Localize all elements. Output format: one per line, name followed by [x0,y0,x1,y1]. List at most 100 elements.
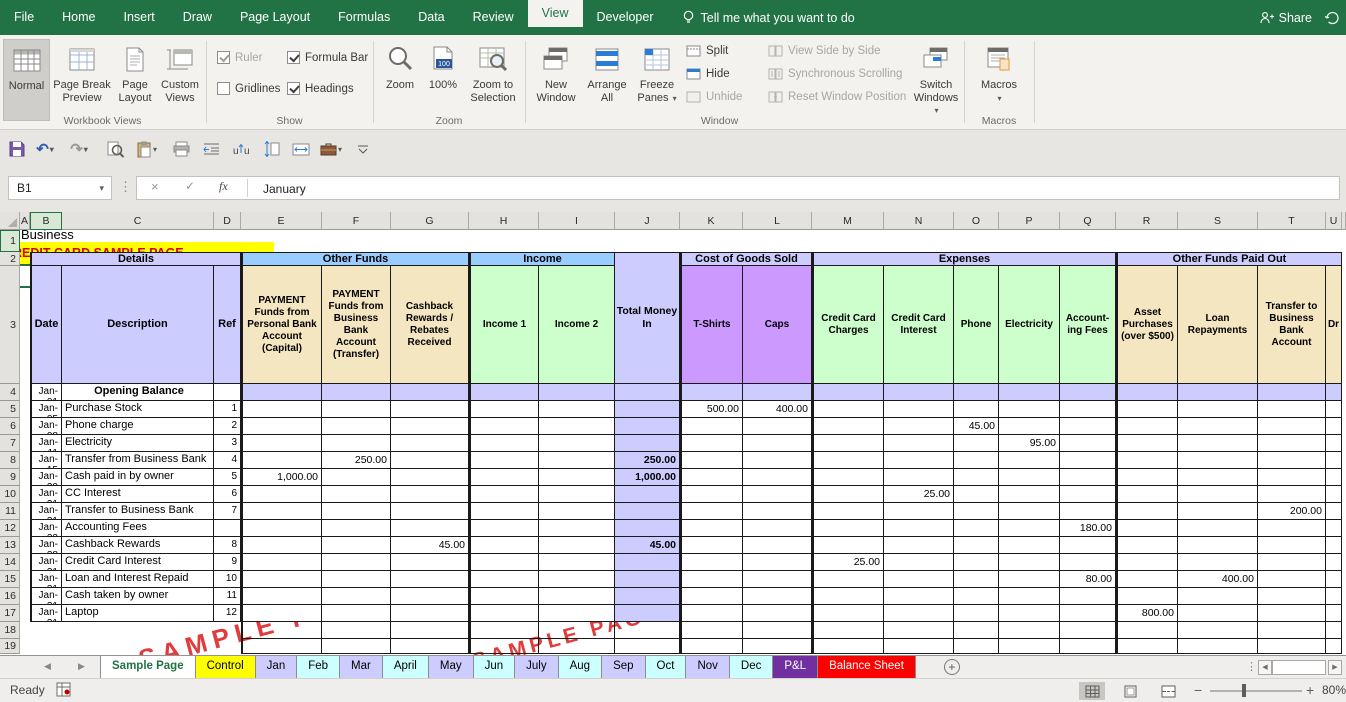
column-header-Q[interactable]: Q [1060,212,1116,230]
hscroll-right-button[interactable]: ▶ [1328,660,1342,675]
cell-U18[interactable] [1326,622,1342,639]
cell-D10[interactable]: 6 [214,486,241,503]
cell-E5[interactable] [241,401,322,418]
cell-R15[interactable] [1116,571,1178,588]
cell-I9[interactable] [539,469,615,486]
cell-F5[interactable] [322,401,391,418]
cell-B12[interactable]: Jan-22 [30,520,62,537]
cell-F13[interactable] [322,537,391,554]
cell-M5[interactable] [812,401,884,418]
cell-T5[interactable] [1258,401,1326,418]
cell-R5[interactable] [1116,401,1178,418]
cell-G17[interactable] [391,605,469,622]
cell-M16[interactable] [812,588,884,605]
cell-U13[interactable] [1326,537,1342,554]
cell-N8[interactable] [884,452,954,469]
cell-G7[interactable] [391,435,469,452]
cancel-icon[interactable]: × [151,179,159,194]
cell-E16[interactable] [241,588,322,605]
name-box-dropdown-icon[interactable]: ▾ [99,177,104,199]
cell-R6[interactable] [1116,418,1178,435]
cell-E4[interactable] [241,384,322,401]
cell-T11[interactable]: 200.00 [1258,503,1326,520]
group-header-details[interactable]: Details [30,252,241,266]
cell-B10[interactable]: Jan-21 [30,486,62,503]
column-header-label-U[interactable]: Dr [1326,266,1342,384]
superscript-button[interactable]: uu [230,138,252,160]
cell-T12[interactable] [1258,520,1326,537]
column-header-M[interactable]: M [812,212,884,230]
cell-D9[interactable]: 5 [214,469,241,486]
cell-U9[interactable] [1326,469,1342,486]
cell-F10[interactable] [322,486,391,503]
column-header-total-money-in[interactable]: Total Money In [615,252,680,384]
column-header-label-D[interactable]: Ref [214,266,241,384]
cell-P4[interactable] [999,384,1060,401]
cell-F16[interactable] [322,588,391,605]
cell-F4[interactable] [322,384,391,401]
cell-C17[interactable]: Laptop [62,605,214,622]
select-all-corner[interactable] [0,212,20,230]
cell-J11[interactable] [615,503,680,520]
cell-D15[interactable]: 10 [214,571,241,588]
cell-N11[interactable] [884,503,954,520]
column-header-label-S[interactable]: Loan Repayments [1178,266,1258,384]
cell-O13[interactable] [954,537,999,554]
cell-G14[interactable] [391,554,469,571]
cell-K19[interactable] [680,639,743,654]
cell-N19[interactable] [884,639,954,654]
sheet-tab-april[interactable]: April [383,656,429,678]
cell-L11[interactable] [743,503,812,520]
column-header-S[interactable]: S [1178,212,1258,230]
cell-N13[interactable] [884,537,954,554]
cell-S12[interactable] [1178,520,1258,537]
cell-K18[interactable] [680,622,743,639]
reset-window-position-button[interactable]: Reset Window Position [768,91,906,103]
row-header-17[interactable]: 17 [0,605,20,622]
cell-H7[interactable] [469,435,539,452]
view-side-by-side-button[interactable]: View Side by Side [768,45,880,57]
row-header-10[interactable]: 10 [0,486,20,503]
customize-qat-button[interactable] [352,138,374,160]
ribbon-tab-draw[interactable]: Draw [169,0,226,35]
cell-J14[interactable] [615,554,680,571]
row-header-4[interactable]: 4 [0,384,20,401]
cell-U4[interactable] [1326,384,1342,401]
checkbox-formula-bar[interactable]: Formula Bar [287,51,368,64]
group-header-other-funds-paid-out[interactable]: Other Funds Paid Out [1116,252,1342,266]
cell-Q18[interactable] [1060,622,1116,639]
cell-J4[interactable] [615,384,680,401]
cell-I17[interactable] [539,605,615,622]
arrange-all-button[interactable]: Arrange All [582,39,632,121]
cell-T8[interactable] [1258,452,1326,469]
row-header-19[interactable]: 19 [0,639,20,654]
undo-button[interactable]: ↶▾ [34,138,56,160]
cell-M11[interactable] [812,503,884,520]
cell-S13[interactable] [1178,537,1258,554]
cell-N12[interactable] [884,520,954,537]
cell-N10[interactable]: 25.00 [884,486,954,503]
cell-C16[interactable]: Cash taken by owner [62,588,214,605]
ribbon-tab-file[interactable]: File [0,0,48,35]
cell-M7[interactable] [812,435,884,452]
column-header-F[interactable]: F [322,212,391,230]
cell-M4[interactable] [812,384,884,401]
cell-T17[interactable] [1258,605,1326,622]
cell-B5[interactable]: Jan-05 [30,401,62,418]
row-header-13[interactable]: 13 [0,537,20,554]
cell-F14[interactable] [322,554,391,571]
cell-R8[interactable] [1116,452,1178,469]
column-header-label-O[interactable]: Phone [954,266,999,384]
row-header-15[interactable]: 15 [0,571,20,588]
group-header-income[interactable]: Income [469,252,615,266]
cell-U8[interactable] [1326,452,1342,469]
page-layout-button[interactable]: Page Layout [113,39,157,121]
cell-O17[interactable] [954,605,999,622]
cell-K13[interactable] [680,537,743,554]
cell-P18[interactable] [999,622,1060,639]
cell-J12[interactable] [615,520,680,537]
cell-D13[interactable]: 8 [214,537,241,554]
row-header-3[interactable]: 3 [0,266,20,384]
cell-K15[interactable] [680,571,743,588]
cell-M19[interactable] [812,639,884,654]
